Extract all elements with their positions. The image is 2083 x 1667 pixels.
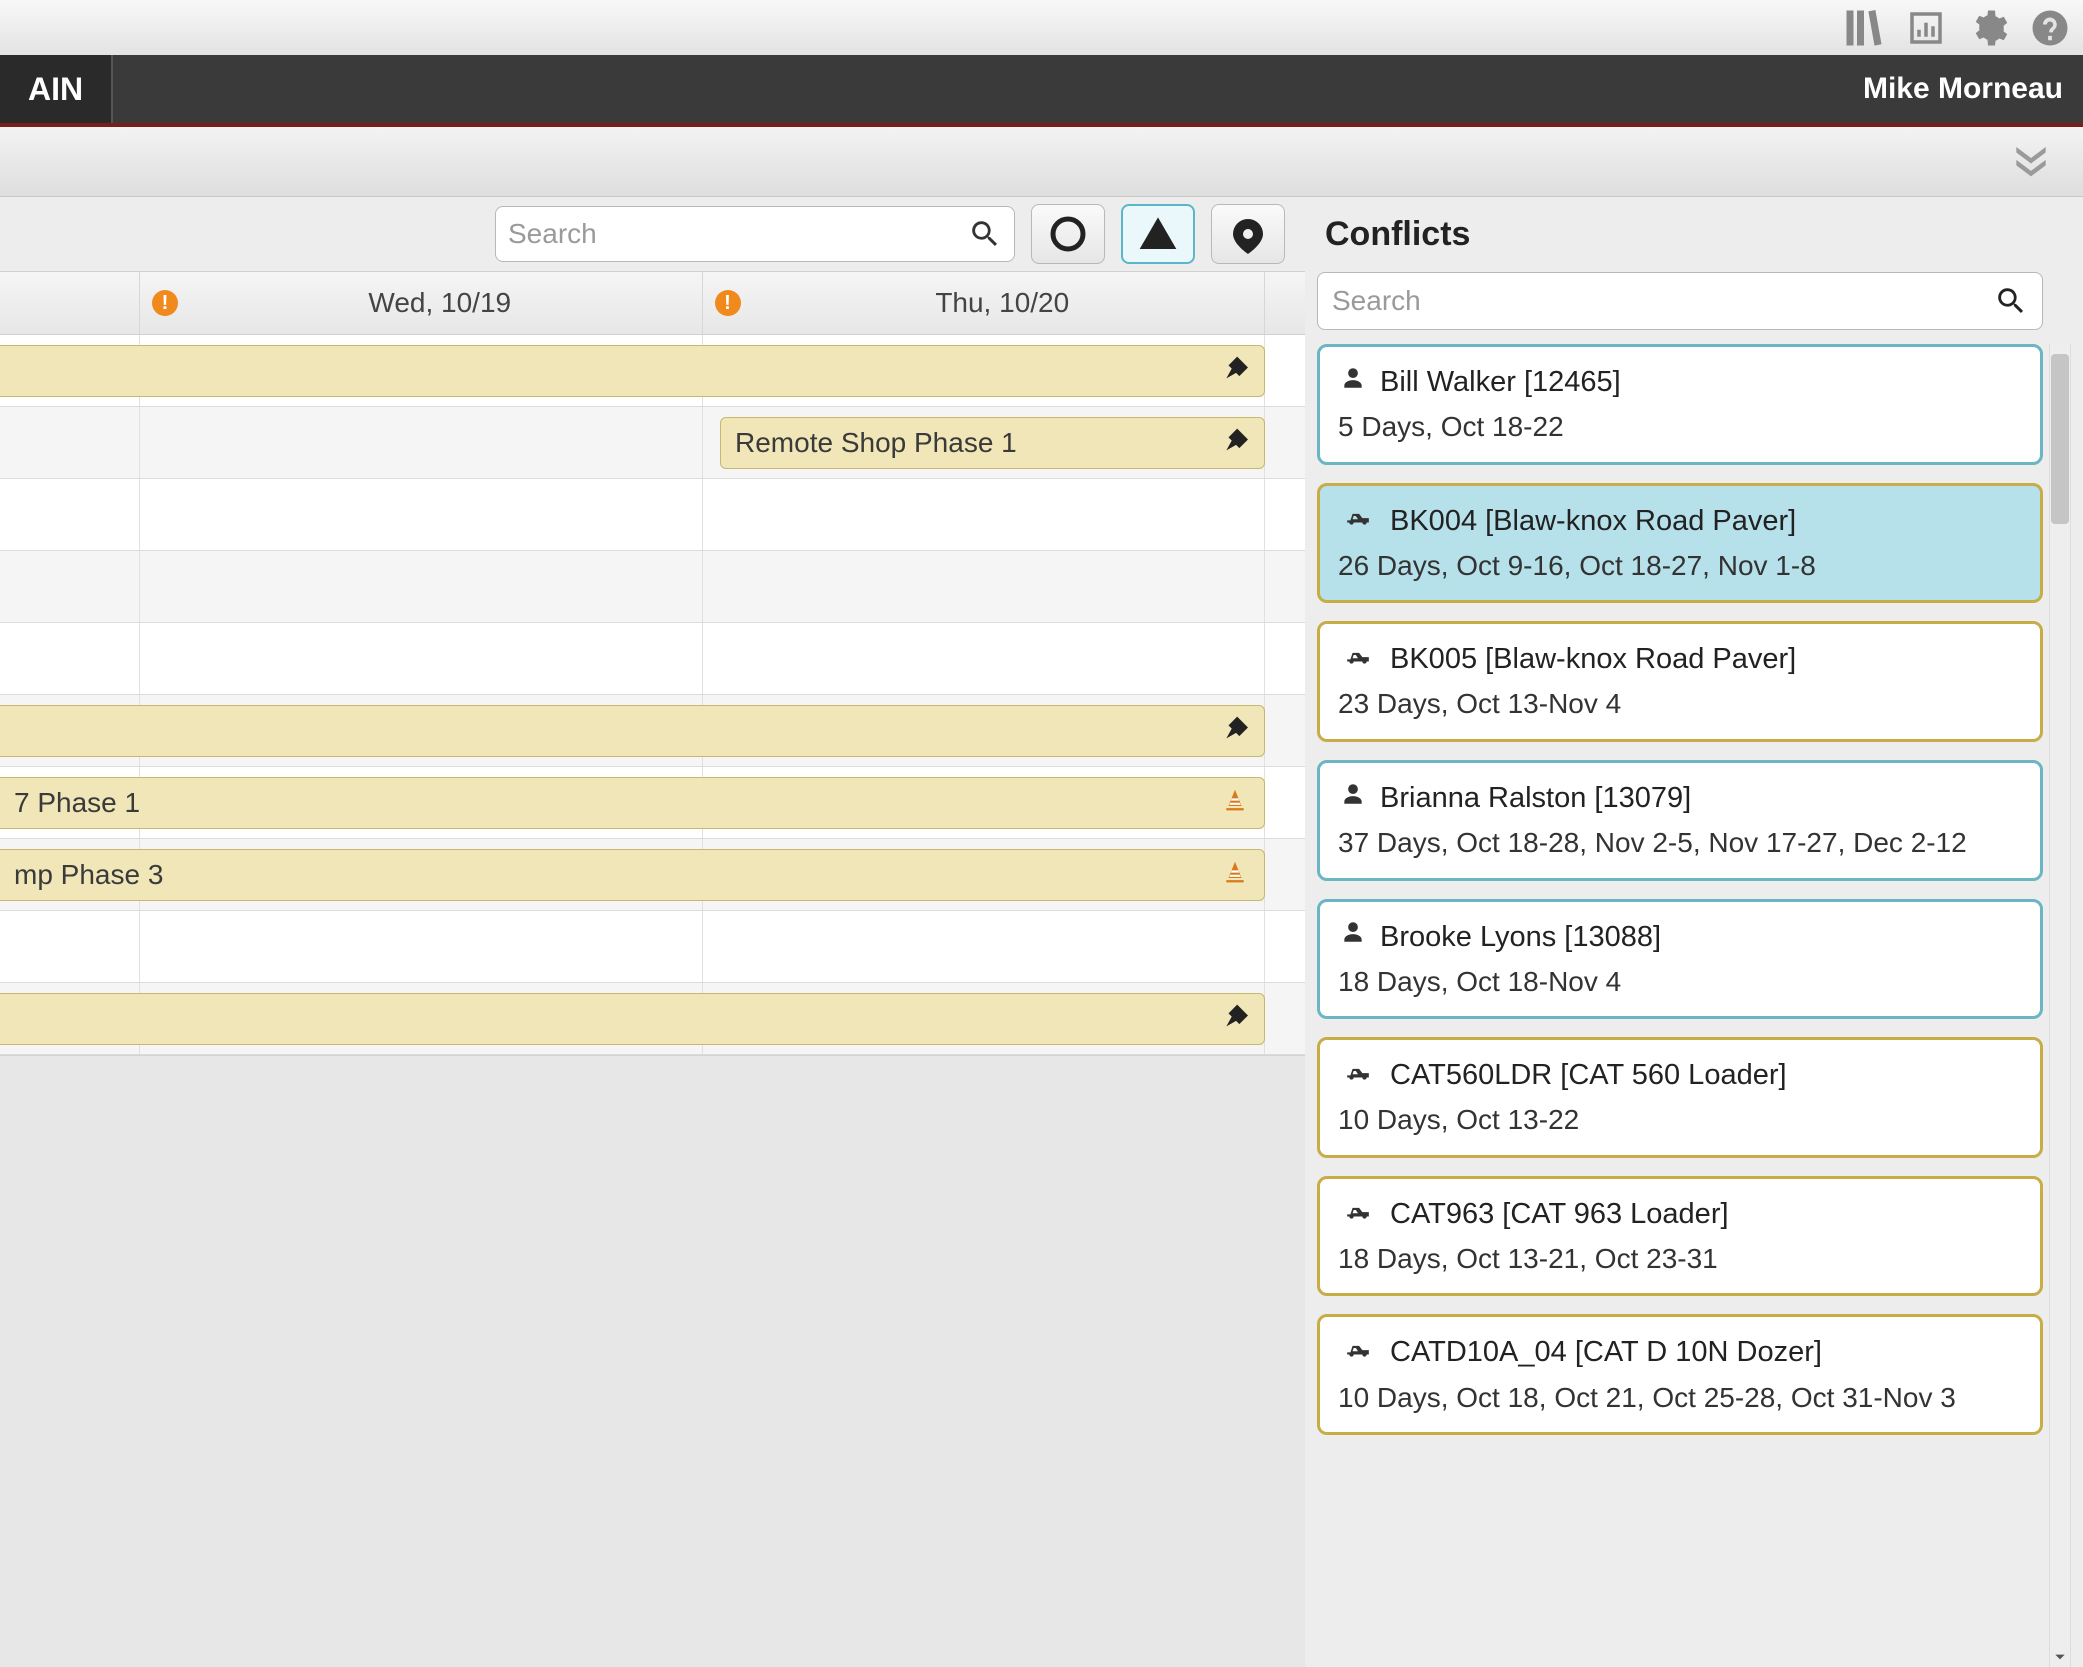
conflict-title: BK004 [Blaw-knox Road Paver] bbox=[1390, 500, 1796, 542]
conflicts-list[interactable]: Bill Walker [12465]5 Days, Oct 18-22 BK00… bbox=[1317, 344, 2073, 1453]
date-label: Thu, 10/20 bbox=[741, 287, 1265, 319]
conflict-card[interactable]: CATD10A_04 [CAT D 10N Dozer] 10 Days, Oct… bbox=[1317, 1314, 2043, 1435]
person-icon bbox=[1338, 778, 1368, 819]
equipment-icon bbox=[1338, 1194, 1378, 1235]
conflict-dates: 37 Days, Oct 18-28, Nov 2-5, Nov 17-27, … bbox=[1338, 823, 2022, 864]
conflict-title: Bill Walker [12465] bbox=[1380, 361, 1621, 403]
conflict-card[interactable]: CAT963 [CAT 963 Loader]18 Days, Oct 13-2… bbox=[1317, 1176, 2043, 1297]
conflict-card[interactable]: Brianna Ralston [13079]37 Days, Oct 18-2… bbox=[1317, 760, 2043, 881]
conflicts-search-input[interactable] bbox=[1332, 285, 1994, 317]
reports-icon[interactable] bbox=[1905, 7, 1947, 49]
conflict-dates: 26 Days, Oct 9-16, Oct 18-27, Nov 1-8 bbox=[1338, 546, 2022, 587]
date-header: ! Wed, 10/19 ! Thu, 10/20 bbox=[0, 271, 1305, 335]
date-label: Wed, 10/19 bbox=[178, 287, 702, 319]
top-icon-bar bbox=[0, 0, 2083, 55]
conflict-dates: 10 Days, Oct 18, Oct 21, Oct 25-28, Oct … bbox=[1338, 1378, 2022, 1419]
scroll-down-icon[interactable] bbox=[2050, 1647, 2070, 1667]
conflict-title: Brianna Ralston [13079] bbox=[1380, 777, 1691, 819]
task-bar[interactable] bbox=[0, 705, 1265, 757]
equipment-icon bbox=[1338, 500, 1378, 541]
conflict-dates: 5 Days, Oct 18-22 bbox=[1338, 407, 2022, 448]
person-icon bbox=[1338, 916, 1368, 957]
person-icon bbox=[1338, 362, 1368, 403]
help-icon[interactable] bbox=[2029, 7, 2071, 49]
cone-icon bbox=[1222, 787, 1248, 820]
date-column-thu[interactable]: ! Thu, 10/20 bbox=[703, 272, 1266, 334]
conflicts-filter-button[interactable] bbox=[1121, 204, 1195, 264]
schedule-grid[interactable]: Remote Shop Phase 1 7 Phase 1 bbox=[0, 335, 1305, 1667]
status-filter-button[interactable] bbox=[1031, 204, 1105, 264]
conflict-card[interactable]: CAT560LDR [CAT 560 Loader]10 Days, Oct 1… bbox=[1317, 1037, 2043, 1158]
conflict-title: CAT560LDR [CAT 560 Loader] bbox=[1390, 1054, 1787, 1096]
schedule-toolbar bbox=[0, 197, 1305, 271]
schedule-search[interactable] bbox=[495, 206, 1015, 262]
task-bar[interactable]: 7 Phase 1 bbox=[0, 777, 1265, 829]
pushpin-icon bbox=[1222, 355, 1248, 388]
task-bar[interactable] bbox=[0, 345, 1265, 397]
expand-chevron-icon[interactable] bbox=[2009, 136, 2053, 187]
settings-icon[interactable] bbox=[1967, 7, 2009, 49]
equipment-icon bbox=[1338, 1332, 1378, 1373]
conflict-title: CATD10A_04 [CAT D 10N Dozer] bbox=[1390, 1331, 1822, 1373]
conflict-card[interactable]: BK004 [Blaw-knox Road Paver]26 Days, Oct… bbox=[1317, 483, 2043, 604]
pushpin-icon bbox=[1222, 427, 1248, 460]
task-bar[interactable]: Remote Shop Phase 1 bbox=[720, 417, 1265, 469]
conflict-title: BK005 [Blaw-knox Road Paver] bbox=[1390, 638, 1796, 680]
equipment-icon bbox=[1338, 1055, 1378, 1096]
conflicts-title: Conflicts bbox=[1317, 205, 2073, 272]
pin-icon bbox=[1228, 214, 1268, 254]
date-column-wed[interactable]: ! Wed, 10/19 bbox=[140, 272, 703, 334]
conflict-card[interactable]: BK005 [Blaw-knox Road Paver]23 Days, Oct… bbox=[1317, 621, 2043, 742]
warning-icon bbox=[1138, 214, 1178, 254]
search-icon bbox=[1994, 284, 2028, 318]
scrollbar[interactable] bbox=[2049, 344, 2071, 1667]
task-label: 7 Phase 1 bbox=[14, 787, 140, 819]
conflicts-search[interactable] bbox=[1317, 272, 2043, 330]
library-icon[interactable] bbox=[1843, 7, 1885, 49]
task-label: Remote Shop Phase 1 bbox=[735, 427, 1017, 459]
conflict-card[interactable]: Bill Walker [12465]5 Days, Oct 18-22 bbox=[1317, 344, 2043, 465]
schedule-pane: ! Wed, 10/19 ! Thu, 10/20 Remote Shop Ph… bbox=[0, 197, 1305, 1667]
conflict-dates: 18 Days, Oct 18-Nov 4 bbox=[1338, 962, 2022, 1003]
current-user[interactable]: Mike Morneau bbox=[1863, 72, 2063, 106]
schedule-search-input[interactable] bbox=[508, 218, 968, 250]
pushpin-icon bbox=[1222, 715, 1248, 748]
task-bar[interactable]: mp Phase 3 bbox=[0, 849, 1265, 901]
equipment-icon bbox=[1338, 639, 1378, 680]
task-label: mp Phase 3 bbox=[14, 859, 163, 891]
task-bar[interactable] bbox=[0, 993, 1265, 1045]
conflict-title: Brooke Lyons [13088] bbox=[1380, 916, 1661, 958]
location-filter-button[interactable] bbox=[1211, 204, 1285, 264]
cone-icon bbox=[1222, 859, 1248, 892]
conflict-dates: 10 Days, Oct 13-22 bbox=[1338, 1100, 2022, 1141]
search-icon bbox=[968, 217, 1002, 251]
conflict-dates: 23 Days, Oct 13-Nov 4 bbox=[1338, 684, 2022, 725]
app-title-fragment: AIN bbox=[0, 55, 113, 123]
sub-toolbar bbox=[0, 127, 2083, 197]
circle-icon bbox=[1048, 214, 1088, 254]
conflicts-pane: Conflicts Bill Walker [12465]5 Days, Oct… bbox=[1305, 197, 2083, 1667]
conflict-title: CAT963 [CAT 963 Loader] bbox=[1390, 1193, 1729, 1235]
pushpin-icon bbox=[1222, 1003, 1248, 1036]
scrollbar-thumb[interactable] bbox=[2051, 354, 2069, 524]
conflict-badge-icon: ! bbox=[715, 290, 741, 316]
conflict-dates: 18 Days, Oct 13-21, Oct 23-31 bbox=[1338, 1239, 2022, 1280]
conflict-card[interactable]: Brooke Lyons [13088]18 Days, Oct 18-Nov … bbox=[1317, 899, 2043, 1020]
header-bar: AIN Mike Morneau bbox=[0, 55, 2083, 127]
conflict-badge-icon: ! bbox=[152, 290, 178, 316]
